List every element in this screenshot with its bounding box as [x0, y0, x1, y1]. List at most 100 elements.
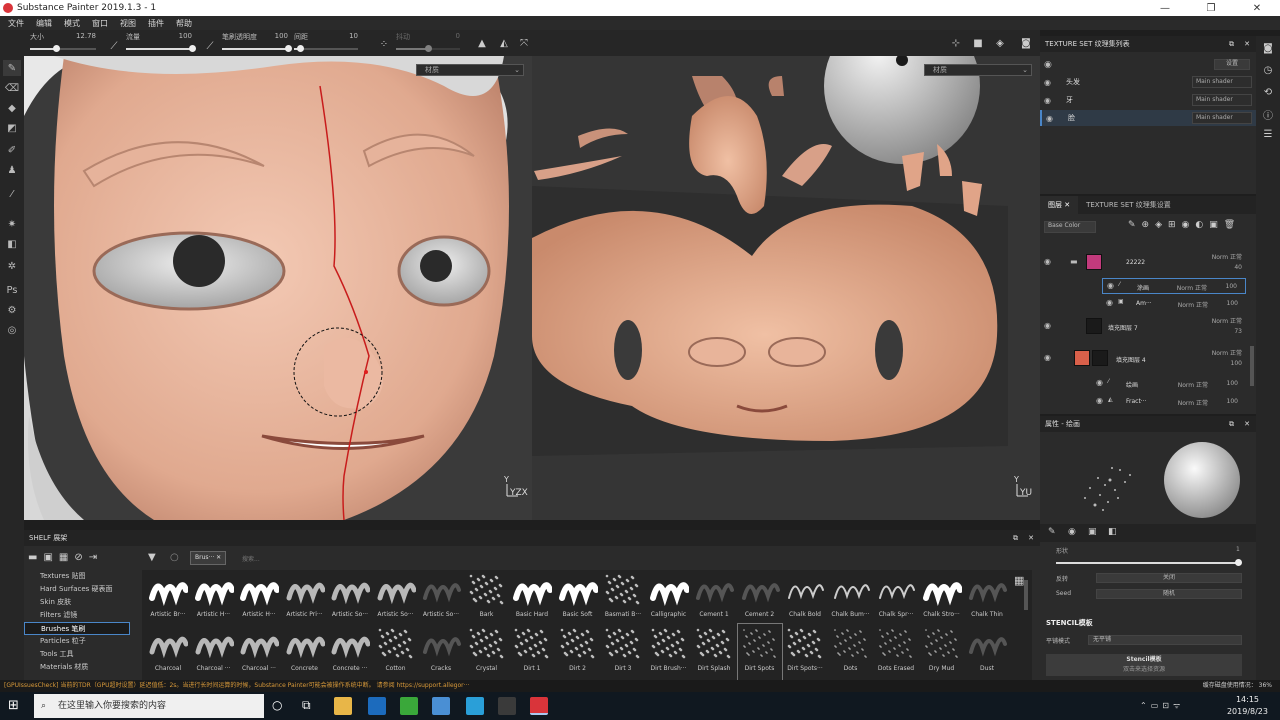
- axis-icon[interactable]: ⊹: [948, 35, 964, 51]
- pen-pressure-icon[interactable]: ⟋: [202, 38, 218, 54]
- menu-file[interactable]: 文件: [8, 18, 24, 29]
- undock-icon[interactable]: ⧉: [1229, 420, 1234, 429]
- lazy-mouse-icon[interactable]: ⁘: [376, 36, 392, 52]
- shelf-category-item[interactable]: Filters 滤镜: [24, 609, 130, 622]
- menu-window[interactable]: 窗口: [92, 18, 108, 29]
- bake-icon[interactable]: ◎: [3, 322, 21, 338]
- brush-preset-tile[interactable]: Dirt Brush···: [647, 624, 691, 680]
- flow-slider[interactable]: 流量 100: [126, 32, 196, 54]
- jitter-slider[interactable]: 抖动 0: [396, 32, 460, 54]
- brush-alignment-icon[interactable]: ◭: [496, 35, 512, 51]
- tab-layers[interactable]: 图层 ✕: [1040, 196, 1079, 214]
- shelf-category-item[interactable]: Brushes 笔刷: [24, 622, 130, 635]
- layer-row-sub[interactable]: ◉ ◭ Fract··· Norm 正常 100: [1092, 394, 1246, 410]
- camera-icon[interactable]: ◙: [1260, 40, 1276, 56]
- eye-icon[interactable]: ◉: [1044, 257, 1051, 266]
- task-view-icon[interactable]: ⧉: [302, 698, 311, 713]
- maximize-button[interactable]: ❐: [1188, 0, 1234, 16]
- eraser-icon[interactable]: ⌫: [3, 80, 21, 96]
- brush-preset-tile[interactable]: Dry Mud: [920, 624, 964, 680]
- close-panel-icon[interactable]: ✕: [1244, 40, 1250, 48]
- brush-preset-tile[interactable]: Chalk Bum···: [829, 570, 873, 626]
- app-icon[interactable]: [466, 697, 484, 715]
- shader-dropdown[interactable]: Main shader: [1192, 76, 1252, 88]
- clock-icon[interactable]: ◷: [1260, 62, 1276, 78]
- symmetry-icon[interactable]: ▲: [474, 35, 490, 51]
- taskbar-search-input[interactable]: ⌕ 在这里输入你要搜索的内容: [34, 694, 264, 718]
- texture-set-row[interactable]: ◉ 牙 Main shader: [1040, 92, 1256, 108]
- color-picker-icon[interactable]: ⁄: [3, 186, 21, 202]
- brush-preset-tile[interactable]: Dust: [965, 624, 1009, 680]
- environment-icon[interactable]: ◈: [992, 35, 1008, 51]
- brush-preset-tile[interactable]: Dirt Spots: [736, 623, 783, 681]
- eye-icon[interactable]: ◉: [1096, 378, 1103, 387]
- brush-preset-tile[interactable]: Bark: [465, 570, 509, 626]
- layer-row[interactable]: ◉ ▬ 22222 Norm 正常 40: [1040, 252, 1250, 274]
- brush-preset-tile[interactable]: Artistic H···: [237, 570, 281, 626]
- brush-preset-tile[interactable]: Cotton: [374, 624, 418, 680]
- clone-icon[interactable]: ♟: [3, 162, 21, 178]
- viewport-3d-material-dropdown[interactable]: 材质 ⌄: [416, 64, 524, 76]
- brush-preset-tile[interactable]: Basic Soft: [556, 570, 600, 626]
- brush-preset-tile[interactable]: Crystal: [465, 624, 509, 680]
- menu-view[interactable]: 视图: [120, 18, 136, 29]
- layer-row-sub[interactable]: ◉ ⁄ 绘画 Norm 正常 100: [1092, 376, 1246, 392]
- wechat-icon[interactable]: [400, 697, 418, 715]
- brush-preset-tile[interactable]: Dirt 3: [601, 624, 645, 680]
- stroke-opacity-slider[interactable]: 笔刷透明度 100: [222, 32, 292, 54]
- photoshop-export-icon[interactable]: Ps: [3, 282, 21, 298]
- brush-preset-tile[interactable]: Cracks: [419, 624, 463, 680]
- stencil-tab-icon[interactable]: ▣: [1088, 527, 1097, 537]
- polygon-fill-icon[interactable]: ◩: [3, 120, 21, 136]
- paint-brush-icon[interactable]: ✎: [3, 60, 21, 76]
- mirror-icon[interactable]: ⤧: [516, 35, 532, 51]
- outlook-icon[interactable]: [368, 697, 386, 715]
- view-icon[interactable]: ◧: [3, 236, 21, 252]
- menu-mode[interactable]: 模式: [64, 18, 80, 29]
- close-window-button[interactable]: ✕: [1234, 0, 1280, 16]
- shelf-category-item[interactable]: Skin 皮肤: [24, 596, 130, 609]
- brush-preset-tile[interactable]: Dots: [829, 624, 873, 680]
- cortana-icon[interactable]: ○: [272, 698, 282, 712]
- pen-pressure-icon[interactable]: ⟋: [106, 38, 122, 54]
- brush-preset-tile[interactable]: Chalk Bold: [783, 570, 827, 626]
- history-icon[interactable]: ⟲: [1260, 84, 1276, 100]
- system-tray-icons[interactable]: ⌃▭⊡ᯤ: [1140, 700, 1184, 711]
- shelf-toolbar[interactable]: ▬▣▦⊘⇥: [28, 552, 103, 563]
- layer-row[interactable]: ◉ 填充图层 7 Norm 正常 73: [1040, 316, 1250, 338]
- brush-preset-tile[interactable]: Dirt 2: [556, 624, 600, 680]
- tile-mode-dropdown[interactable]: 无平铺: [1088, 635, 1242, 645]
- render-icon[interactable]: ✷: [3, 216, 21, 232]
- close-panel-icon[interactable]: ✕: [1028, 534, 1034, 542]
- layer-actions-toolbar[interactable]: ✎⊕◈⊞◉◐▣🗑: [1128, 220, 1241, 230]
- brush-preset-tile[interactable]: Basic Hard: [510, 570, 554, 626]
- shelf-category-item[interactable]: Materials 材质: [24, 661, 130, 674]
- alpha-tab-icon[interactable]: ◉: [1068, 527, 1076, 537]
- brush-preset-tile[interactable]: Chalk Stro···: [920, 570, 964, 626]
- eye-icon[interactable]: ◉: [1044, 353, 1051, 362]
- tab-texture-set-settings[interactable]: TEXTURE SET 纹理集设置: [1078, 196, 1179, 214]
- info-icon[interactable]: ⓘ: [1260, 106, 1276, 122]
- list-icon[interactable]: ☰: [1260, 126, 1276, 142]
- windows-start-icon[interactable]: ⊞: [8, 698, 19, 713]
- shelf-category-item[interactable]: Particles 粒子: [24, 635, 130, 648]
- file-explorer-icon[interactable]: [334, 697, 352, 715]
- layer-row-sub[interactable]: ◉ ⁄ 涂画 Norm 正常 100: [1102, 278, 1246, 294]
- substance-painter-taskbar-icon[interactable]: [530, 697, 548, 715]
- layer-row[interactable]: ◉ 填充图层 4 Norm 正常 100: [1040, 348, 1250, 370]
- screenshot-camera-icon[interactable]: ◙: [1018, 35, 1034, 51]
- minimize-button[interactable]: —: [1142, 0, 1188, 16]
- brush-preset-tile[interactable]: Artistic So···: [328, 570, 372, 626]
- eye-icon[interactable]: ◉: [1107, 281, 1114, 290]
- menu-plugins[interactable]: 插件: [148, 18, 164, 29]
- camera-view-icon[interactable]: ■: [970, 35, 986, 51]
- brush-preset-tile[interactable]: Calligraphic: [647, 570, 691, 626]
- viewport-2d-uv[interactable]: Y 材质 ⌄ YU: [532, 56, 1040, 520]
- viewport-2d-material-dropdown[interactable]: 材质 ⌄: [924, 64, 1032, 76]
- brush-preset-tile[interactable]: Charcoal: [146, 624, 190, 680]
- layer-row-sub[interactable]: ◉ ▣ Am··· Norm 正常 100: [1102, 296, 1246, 312]
- menu-help[interactable]: 帮助: [176, 18, 192, 29]
- channel-dropdown[interactable]: Base Color: [1044, 221, 1096, 233]
- spacing-slider[interactable]: 间距 10: [294, 32, 358, 54]
- layers-scrollbar[interactable]: [1250, 346, 1254, 386]
